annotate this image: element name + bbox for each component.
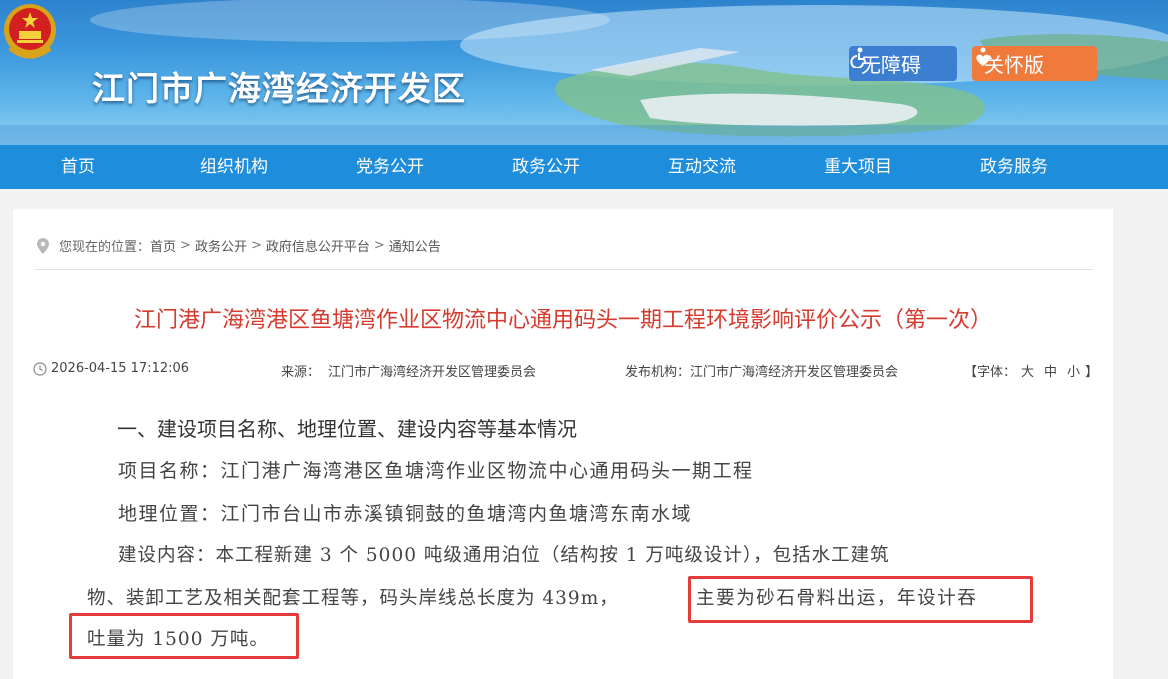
breadcrumb-separator: > [373,238,385,253]
font-size-large[interactable]: 大 [1021,361,1034,380]
care-version-button[interactable]: 关怀版 [972,46,1097,81]
nav-item-major-projects[interactable]: 重大项目 [780,145,936,189]
highlight-box-lower [69,613,299,659]
font-label-close: 】 [1085,365,1099,380]
font-size-medium[interactable]: 中 [1044,361,1057,380]
site-title: 江门市广海湾经济开发区 [92,69,466,108]
breadcrumb-prefix: 您现在的位置： [59,240,151,255]
breadcrumb-separator: > [180,238,191,253]
font-size-switcher: 【字体： 大 中 小 】 [964,361,1098,380]
clock-icon [33,361,47,376]
article-title: 江门港广海湾港区鱼塘湾作业区物流中心通用码头一期工程环境影响评价公示（第一次） [133,308,992,333]
article-source: 来源： 江门市广海湾经济开发区管理委员会 [281,361,536,380]
publisher-value: 江门市广海湾经济开发区管理委员会 [690,365,899,380]
nav-item-gov-affairs[interactable]: 政务公开 [468,145,624,189]
header-banner: 江门市广海湾经济开发区 无障碍 关怀版 [0,0,1168,145]
breadcrumb-divider [35,269,1093,270]
accessibility-button[interactable]: 无障碍 [849,46,957,81]
article-date-text: 2026-04-15 17:12:06 [51,361,190,376]
paragraph-content-line2: 物、装卸工艺及相关配套工程等，码头岸线总长度为 439m， [87,588,619,609]
article-publisher: 发布机构： 江门市广海湾经济开发区管理委员会 [625,361,898,380]
source-label: 来源： [281,365,321,380]
breadcrumb-gov-affairs[interactable]: 政务公开 [195,236,247,255]
publisher-label: 发布机构： [625,365,691,380]
source-value: 江门市广海湾经济开发区管理委员会 [328,365,537,380]
breadcrumb-notices[interactable]: 通知公告 [389,236,441,255]
section-heading: 一、建设项目名称、地理位置、建设内容等基本情况 [117,417,577,441]
breadcrumb-separator: > [250,238,262,253]
location-pin-icon [37,237,49,254]
font-size-small[interactable]: 小 [1067,361,1080,380]
nav-item-gov-services[interactable]: 政务服务 [936,145,1092,189]
national-emblem-icon [4,4,56,59]
breadcrumb-home[interactable]: 首页 [150,236,176,255]
nav-item-organization[interactable]: 组织机构 [156,145,312,189]
main-nav: 首页 组织机构 党务公开 政务公开 互动交流 重大项目 政务服务 [0,145,1168,189]
breadcrumb: 您现在的位置： 首页 > 政务公开 > 政府信息公开平台 > 通知公告 [37,236,441,255]
paragraph-location: 地理位置：江门市台山市赤溪镇铜鼓的鱼塘湾内鱼塘湾东南水域 [118,503,693,525]
highlight-box-upper [688,576,1033,623]
breadcrumb-info-platform[interactable]: 政府信息公开平台 [266,236,370,255]
paragraph-content-line1: 建设内容：本工程新建 3 个 5000 吨级通用泊位（结构按 1 万吨级设计），… [118,545,890,566]
nav-item-home[interactable]: 首页 [0,145,156,189]
nav-item-interaction[interactable]: 互动交流 [624,145,780,189]
content-panel: 您现在的位置： 首页 > 政务公开 > 政府信息公开平台 > 通知公告 江门港广… [13,209,1113,679]
wheelchair-icon [850,47,867,68]
care-heart-icon [976,47,990,66]
article-date: 2026-04-15 17:12:06 [33,361,189,376]
paragraph-project-name: 项目名称：江门港广海湾港区鱼塘湾作业区物流中心通用码头一期工程 [118,460,754,482]
nav-item-party-affairs[interactable]: 党务公开 [312,145,468,189]
font-label-open: 【字体： [964,365,1017,380]
